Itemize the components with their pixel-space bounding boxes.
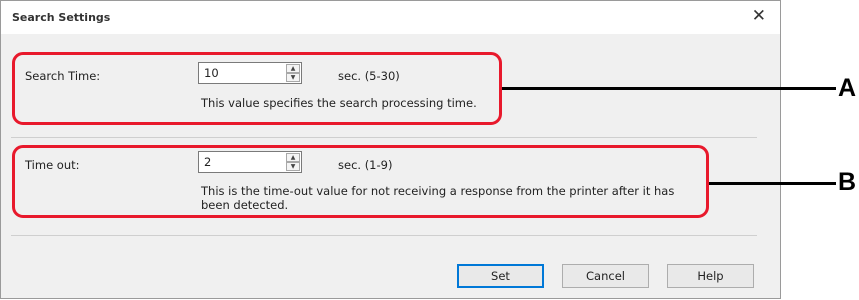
set-button[interactable]: Set [457,264,544,288]
highlight-box-a [12,52,502,125]
close-icon[interactable]: ✕ [752,7,766,25]
cancel-button[interactable]: Cancel [562,264,649,288]
separator [11,137,757,138]
highlight-box-b [12,145,709,218]
callout-line-a [502,87,836,90]
separator [11,235,757,236]
help-button[interactable]: Help [667,264,754,288]
callout-letter-a: A [838,74,857,102]
title-bar: Search Settings ✕ [1,1,780,34]
callout-line-b [709,182,836,185]
dialog-title: Search Settings [12,11,111,24]
callout-letter-b: B [838,168,857,196]
